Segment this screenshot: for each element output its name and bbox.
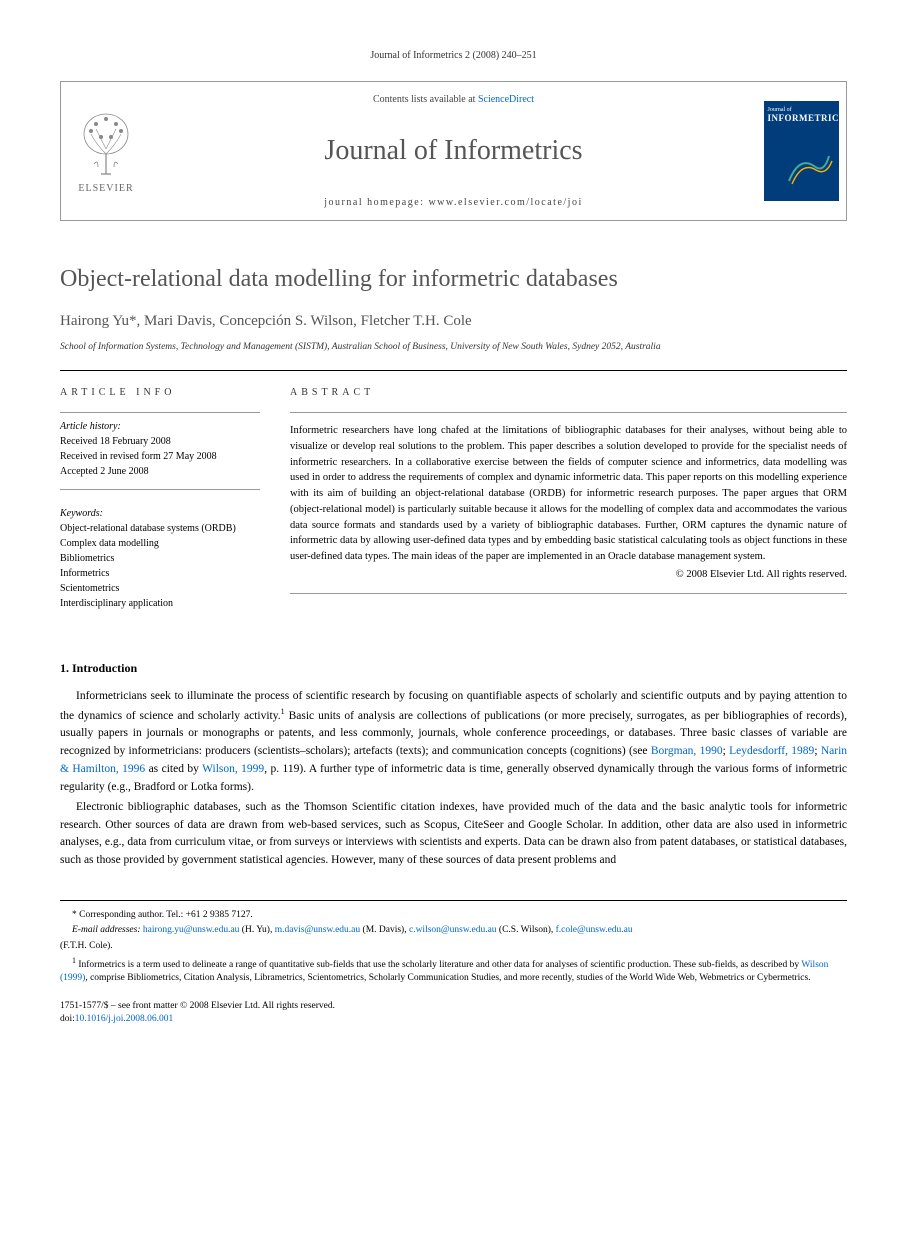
email-continuation: (F.T.H. Cole). [60, 940, 847, 953]
revised-date: Received in revised form 27 May 2008 [60, 449, 260, 464]
contents-prefix: Contents lists available at [373, 94, 478, 105]
author-short: (M. Davis), [360, 925, 409, 935]
article-info-heading: ARTICLE INFO [60, 387, 260, 398]
elsevier-logo: ELSEVIER [61, 82, 151, 220]
footnotes: * Corresponding author. Tel.: +61 2 9385… [60, 900, 847, 986]
footnote-1: 1 Informetrics is a term used to delinea… [60, 955, 847, 986]
keyword: Interdisciplinary application [60, 596, 260, 611]
doi-line: doi:10.1016/j.joi.2008.06.001 [60, 1013, 847, 1026]
sciencedirect-link[interactable]: ScienceDirect [478, 94, 534, 105]
email-link[interactable]: c.wilson@unsw.edu.au [409, 925, 497, 935]
article-info: ARTICLE INFO Article history: Received 1… [60, 387, 260, 631]
doi-label: doi: [60, 1014, 75, 1024]
running-head: Journal of Informetrics 2 (2008) 240–251 [60, 50, 847, 61]
journal-title: Journal of Informetrics [151, 135, 756, 167]
citation-link[interactable]: Borgman, 1990 [651, 745, 723, 757]
email-label: E-mail addresses: [72, 925, 143, 935]
footnote-text: , comprise Bibliometrics, Citation Analy… [85, 973, 810, 983]
cover-informetrics: INFORMETRICS [768, 113, 835, 123]
intro-para-2: Electronic bibliographic databases, such… [60, 799, 847, 870]
publication-info: 1751-1577/$ – see front matter © 2008 El… [60, 1000, 847, 1027]
keyword: Object-relational database systems (ORDB… [60, 521, 260, 536]
corresponding-author: * Corresponding author. Tel.: +61 2 9385… [60, 909, 847, 922]
journal-cover: Journal of INFORMETRICS [756, 82, 846, 220]
footnote-text: Informetrics is a term used to delineate… [78, 960, 801, 970]
author-short: (H. Yu), [239, 925, 274, 935]
author-short: (C.S. Wilson), [497, 925, 556, 935]
keyword: Bibliometrics [60, 551, 260, 566]
article-title: Object-relational data modelling for inf… [60, 266, 847, 293]
keyword: Informetrics [60, 566, 260, 581]
keyword: Scientometrics [60, 581, 260, 596]
citation-link[interactable]: Wilson, 1999 [202, 763, 264, 775]
doi-link[interactable]: 10.1016/j.joi.2008.06.001 [75, 1014, 173, 1024]
email-addresses: E-mail addresses: hairong.yu@unsw.edu.au… [60, 924, 847, 937]
received-date: Received 18 February 2008 [60, 434, 260, 449]
cover-swirl-icon [784, 146, 834, 186]
abstract: ABSTRACT Informetric researchers have lo… [290, 387, 847, 631]
elsevier-label: ELSEVIER [78, 183, 133, 194]
history-label: Article history: [60, 412, 260, 432]
keyword: Complex data modelling [60, 536, 260, 551]
email-link[interactable]: hairong.yu@unsw.edu.au [143, 925, 240, 935]
keywords-block: Object-relational database systems (ORDB… [60, 521, 260, 621]
elsevier-tree-icon [76, 109, 136, 179]
journal-homepage: journal homepage: www.elsevier.com/locat… [151, 197, 756, 208]
footnote-number: 1 [72, 956, 76, 965]
issn-line: 1751-1577/$ – see front matter © 2008 El… [60, 1000, 847, 1013]
authors: Hairong Yu*, Mari Davis, Concepción S. W… [60, 313, 847, 330]
contents-line: Contents lists available at ScienceDirec… [151, 94, 756, 105]
email-link[interactable]: f.cole@unsw.edu.au [556, 925, 633, 935]
keywords-label: Keywords: [60, 500, 260, 519]
journal-header: ELSEVIER Contents lists available at Sci… [60, 81, 847, 221]
abstract-text: Informetric researchers have long chafed… [290, 412, 847, 594]
abstract-heading: ABSTRACT [290, 387, 847, 398]
para-text: as cited by [145, 763, 202, 775]
abstract-body: Informetric researchers have long chafed… [290, 425, 847, 562]
citation-link[interactable]: Leydesdorff, 1989 [729, 745, 814, 757]
accepted-date: Accepted 2 June 2008 [60, 464, 260, 479]
section-1-heading: 1. Introduction [60, 661, 847, 676]
intro-para-1: Informetricians seek to illuminate the p… [60, 688, 847, 797]
copyright: © 2008 Elsevier Ltd. All rights reserved… [290, 567, 847, 583]
affiliation: School of Information Systems, Technolog… [60, 342, 847, 352]
email-link[interactable]: m.davis@unsw.edu.au [275, 925, 360, 935]
history-block: Received 18 February 2008 Received in re… [60, 434, 260, 490]
